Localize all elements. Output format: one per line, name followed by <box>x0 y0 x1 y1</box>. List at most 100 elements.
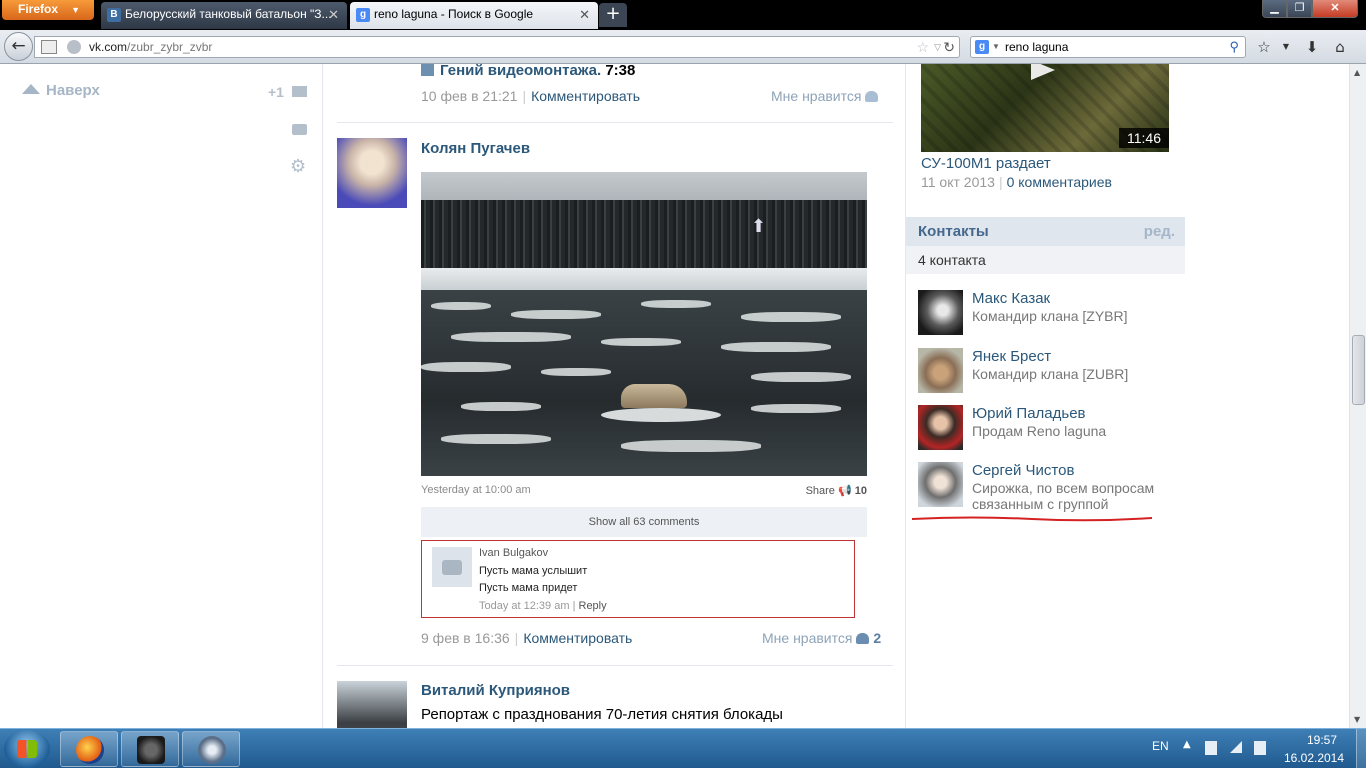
show-all-comments-button[interactable]: Show all 63 comments <box>421 507 867 537</box>
firefox-menu-button[interactable]: Firefox ▼ <box>2 0 94 20</box>
search-input[interactable]: reno laguna <box>1005 37 1068 57</box>
network-signal-icon[interactable] <box>1230 741 1242 753</box>
gear-icon[interactable]: ⚙ <box>290 156 306 177</box>
start-button[interactable] <box>4 730 50 768</box>
url-text[interactable]: vk.com/zubr_zybr_zvbr <box>89 37 212 57</box>
video-title: Гений видеомонтажа. <box>440 64 602 79</box>
chat-icon[interactable] <box>292 124 307 135</box>
taskbar-teamspeak[interactable] <box>182 731 240 767</box>
avatar[interactable] <box>432 547 472 587</box>
site-identity-icon[interactable] <box>67 40 81 54</box>
search-bar[interactable]: g ▼ reno laguna ⚲ <box>970 36 1246 58</box>
photo-ice <box>451 332 571 342</box>
downloads-icon[interactable]: ⬇ <box>1300 36 1324 58</box>
video-title-link[interactable]: СУ-100М1 раздает <box>921 155 1051 172</box>
video-comments-link[interactable]: 0 комментариев <box>1007 174 1112 190</box>
firefox-menu-label: Firefox <box>18 2 59 16</box>
google-favicon-icon: g <box>356 8 370 22</box>
contact-name[interactable]: Макс Казак <box>972 290 1050 307</box>
clock-time[interactable]: 19:57 <box>1290 733 1354 747</box>
minimize-button[interactable]: ▁ <box>1262 0 1287 18</box>
post-author[interactable]: Колян Пугачев <box>421 140 530 157</box>
avatar[interactable] <box>918 290 963 335</box>
plus-one-counter[interactable]: +1 <box>268 84 284 100</box>
avatar[interactable] <box>918 348 963 393</box>
video-thumbnail[interactable]: 11:46 <box>921 64 1169 152</box>
contacts-edit-link[interactable]: ред. <box>1144 223 1175 240</box>
language-indicator[interactable]: EN <box>1152 739 1169 753</box>
scroll-to-top-button[interactable]: Наверх <box>22 82 100 99</box>
mail-icon[interactable] <box>292 86 307 97</box>
scroll-up-icon[interactable]: ▲ <box>1354 68 1360 77</box>
comment-link[interactable]: Комментировать <box>531 88 640 104</box>
tray-app-icon[interactable] <box>1205 741 1217 755</box>
tab-bar: Firefox ▼ В Белорусский танковый батальо… <box>0 0 1366 30</box>
contact-item[interactable]: Сергей Чистов Сирожка, по всем вопросам … <box>918 462 1178 512</box>
url-bar[interactable]: vk.com/zubr_zybr_zvbr ☆ ▽ ↻ <box>34 36 960 58</box>
maximize-button[interactable]: ❐ <box>1287 0 1312 18</box>
back-button[interactable]: ← <box>4 32 33 61</box>
contact-name[interactable]: Сергей Чистов <box>972 462 1074 479</box>
share-button[interactable]: Share 📢 10 <box>806 484 867 497</box>
post-author[interactable]: Виталий Куприянов <box>421 682 570 699</box>
avatar[interactable] <box>918 462 963 507</box>
like-button[interactable]: Мне нравится 2 <box>762 630 881 646</box>
scrollbar-thumb[interactable] <box>1352 335 1365 405</box>
heart-icon <box>865 91 879 102</box>
photo-car <box>621 384 687 408</box>
like-count: 2 <box>873 630 882 646</box>
volume-icon[interactable] <box>1254 741 1266 755</box>
contact-description: Командир клана [ZYBR] <box>972 308 1128 324</box>
reply-link[interactable]: Reply <box>579 600 607 612</box>
film-icon <box>421 64 434 76</box>
contact-item[interactable]: Макс Казак Командир клана [ZYBR] <box>918 290 1178 338</box>
reload-icon[interactable]: ↻ <box>943 37 955 57</box>
avatar[interactable] <box>337 681 407 728</box>
post-date[interactable]: 10 фев в 21:21 <box>421 88 517 104</box>
new-tab-button[interactable]: + <box>599 3 627 27</box>
clock-date[interactable]: 16.02.2014 <box>1282 751 1346 765</box>
taskbar-world-of-tanks[interactable] <box>121 731 179 767</box>
post-date[interactable]: 9 фев в 16:36 <box>421 630 510 646</box>
tab-vk[interactable]: В Белорусский танковый батальон "З... ✕ <box>101 2 347 29</box>
bookmark-star-icon[interactable]: ☆ <box>916 37 929 57</box>
chevron-down-icon[interactable]: ▼ <box>992 37 1000 57</box>
scroll-down-icon[interactable]: ▼ <box>1354 715 1360 724</box>
play-icon <box>1031 64 1055 80</box>
comment-meta: Today at 12:39 am | Reply <box>479 600 607 612</box>
bookmarks-menu-icon[interactable]: ☆ <box>1252 36 1276 58</box>
comment-author[interactable]: Ivan Bulgakov <box>479 547 548 559</box>
close-window-button[interactable]: ✕ <box>1312 0 1358 18</box>
close-tab-icon[interactable]: ✕ <box>328 2 339 27</box>
meta-separator: | <box>998 174 1003 190</box>
tab-google[interactable]: g reno laguna - Поиск в Google ✕ <box>350 2 598 29</box>
post-photo[interactable]: ⬆ <box>421 172 867 476</box>
photo-ice-floe <box>601 408 721 422</box>
like-button[interactable]: Мне нравится <box>771 88 879 104</box>
comment-link[interactable]: Комментировать <box>523 630 632 646</box>
contact-name[interactable]: Юрий Паладьев <box>972 405 1086 422</box>
url-host: vk.com <box>89 40 128 54</box>
post-meta: 9 фев в 16:36 | Комментировать <box>421 630 632 646</box>
page-scrollbar[interactable]: ▲ ▼ <box>1349 64 1366 728</box>
google-search-engine-icon[interactable]: g <box>975 40 989 54</box>
tray-overflow-icon[interactable]: ▲ <box>1183 739 1191 750</box>
contact-name[interactable]: Янек Брест <box>972 348 1051 365</box>
taskbar-firefox[interactable] <box>60 731 118 767</box>
url-history-dropdown-icon[interactable]: ▽ <box>934 37 941 57</box>
contact-item[interactable]: Янек Брест Командир клана [ZUBR] <box>918 348 1178 396</box>
home-icon[interactable]: ⌂ <box>1328 36 1352 58</box>
url-path: /zubr_zybr_zvbr <box>127 40 213 54</box>
show-desktop-button[interactable] <box>1356 729 1366 768</box>
contacts-title[interactable]: Контакты <box>918 223 989 240</box>
contact-item[interactable]: Юрий Паладьев Продам Reno laguna <box>918 405 1178 453</box>
photo-ice <box>511 310 601 319</box>
close-tab-icon[interactable]: ✕ <box>579 2 590 27</box>
video-link[interactable]: Гений видеомонтажа. 7:38 <box>421 64 635 79</box>
tab-groups-icon[interactable] <box>41 40 57 54</box>
avatar[interactable] <box>337 138 407 208</box>
chevron-down-icon: ▼ <box>71 5 80 15</box>
chevron-down-icon[interactable]: ▼ <box>1274 36 1298 58</box>
search-icon[interactable]: ⚲ <box>1229 37 1239 57</box>
avatar[interactable] <box>918 405 963 450</box>
